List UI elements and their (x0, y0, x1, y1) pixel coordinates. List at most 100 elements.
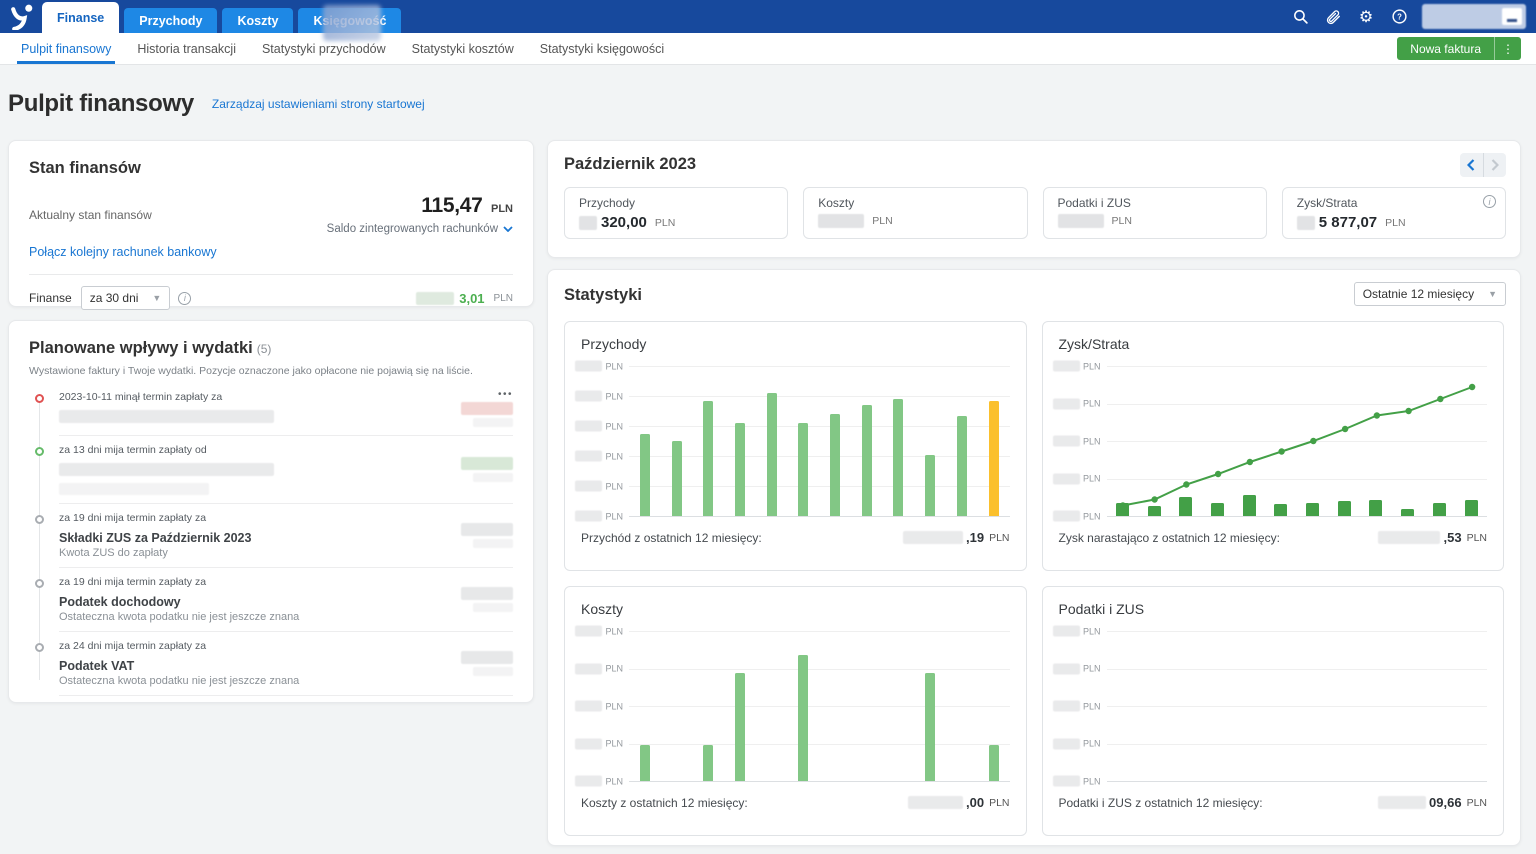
subnav-item-pulpit-finansowy[interactable]: Pulpit finansowy (8, 33, 124, 64)
month-cards: Przychody320,00PLN KosztyPLN Podatki i ZUS… (564, 187, 1506, 239)
chart-title: Koszty (581, 601, 1010, 617)
bar (1433, 503, 1446, 517)
statistics-card: Statystyki Ostatnie 12 miesięcy ▼ Przych… (547, 269, 1521, 846)
planned-list-item[interactable]: 2023-10-11 minął termin zapłaty za ••• (29, 383, 513, 436)
summary-card-koszty[interactable]: KosztyPLN (803, 187, 1027, 239)
chart-footer-label: Koszty z ostatnich 12 miesięcy: (581, 796, 748, 810)
paperclip-icon[interactable] (1323, 7, 1343, 27)
tab-koszty[interactable]: Koszty (222, 8, 293, 33)
user-menu-redacted[interactable] (1422, 4, 1526, 29)
y-tick: PLN (1053, 701, 1101, 712)
planned-item-body: za 19 dni mija termin zapłaty zaPodatek … (59, 576, 443, 623)
bar (1116, 503, 1129, 517)
tick-currency: PLN (605, 451, 623, 461)
due-date-text: za 19 dni mija termin zapłaty za (59, 576, 443, 588)
planned-list: 2023-10-11 minął termin zapłaty za ••• za … (29, 383, 513, 696)
redacted-amount-secondary (473, 418, 513, 427)
new-invoice-button[interactable]: Nowa faktura ⋮ (1397, 37, 1521, 60)
tick-currency: PLN (605, 701, 623, 711)
prev-month-button[interactable] (1460, 153, 1483, 177)
month-nav (1460, 153, 1506, 177)
search-icon[interactable] (1290, 7, 1310, 27)
connect-bank-link[interactable]: Połącz kolejny rachunek bankowy (29, 245, 217, 259)
chart-title: Zysk/Strata (1059, 336, 1488, 352)
new-invoice-menu-icon[interactable]: ⋮ (1494, 37, 1521, 60)
planned-item-body: za 19 dni mija termin zapłaty zaSkładki … (59, 512, 443, 559)
summary-card-value: 5 877,07PLN (1297, 214, 1491, 231)
bar-slot (756, 631, 788, 781)
tick-currency: PLN (605, 391, 623, 401)
chart-title: Przychody (581, 336, 1010, 352)
bar-slot (1360, 366, 1392, 516)
status-ring-gray (35, 515, 44, 524)
next-month-button[interactable] (1484, 153, 1507, 177)
bar (1306, 503, 1319, 517)
chart-bars (1107, 366, 1488, 516)
due-date-text: 2023-10-11 minął termin zapłaty za (59, 391, 443, 403)
tick-currency: PLN (1083, 474, 1101, 484)
current-state-label: Aktualny stan finansów (29, 208, 152, 222)
bar-slot (1455, 366, 1487, 516)
y-tick: PLN (1053, 511, 1101, 522)
y-tick: PLN (575, 361, 623, 372)
subnav-item-historia-transakcji[interactable]: Historia transakcji (124, 33, 249, 64)
gear-icon[interactable]: ⚙ (1356, 7, 1376, 27)
planned-count: (5) (257, 342, 272, 356)
bar (862, 405, 872, 516)
tick-currency: PLN (1083, 701, 1101, 711)
summary-card-zysk-strata[interactable]: iZysk/Strata5 877,07PLN (1282, 187, 1506, 239)
redacted-tick-value (575, 663, 602, 674)
y-tick: PLN (1053, 738, 1101, 749)
summary-card-podatki-i-zus[interactable]: Podatki i ZUSPLN (1043, 187, 1267, 239)
timeline-marker (29, 512, 59, 559)
redacted-name (59, 463, 274, 476)
bar (1369, 500, 1382, 517)
planned-list-item[interactable]: za 19 dni mija termin zapłaty zaSkładki … (29, 504, 513, 568)
tick-currency: PLN (605, 421, 623, 431)
bar-slot (914, 631, 946, 781)
help-icon[interactable]: ? (1389, 7, 1409, 27)
bar (1211, 503, 1224, 517)
month-summary-card: Październik 2023 Przychody320,00PLNKoszt… (547, 140, 1521, 258)
bar-slot (1170, 631, 1202, 781)
chart-plot-area (629, 366, 1010, 516)
planned-item-amount (443, 576, 513, 623)
bar (1148, 506, 1161, 517)
planned-list-item[interactable]: za 13 dni mija termin zapłaty od (29, 436, 513, 504)
status-ring-gray (35, 643, 44, 652)
currency-label: PLN (1112, 215, 1132, 227)
period-select[interactable]: za 30 dni ▼ (81, 286, 171, 310)
integrated-accounts-toggle[interactable]: Saldo zintegrowanych rachunków (327, 223, 513, 235)
bar-slot (1265, 366, 1297, 516)
bar-slot (629, 631, 661, 781)
summary-card-przychody[interactable]: Przychody320,00PLN (564, 187, 788, 239)
tick-currency: PLN (1083, 436, 1101, 446)
tick-currency: PLN (1083, 776, 1101, 786)
stats-period-select[interactable]: Ostatnie 12 miesięcy ▼ (1354, 282, 1506, 306)
tab-finanse[interactable]: Finanse (42, 2, 119, 33)
info-icon[interactable]: i (178, 292, 191, 305)
bar-slot (1328, 366, 1360, 516)
app-logo[interactable] (0, 0, 42, 33)
topbar-actions: ⚙ ? (1290, 4, 1536, 29)
planned-list-item[interactable]: za 24 dni mija termin zapłaty zaPodatek … (29, 632, 513, 696)
redacted-tick-value (575, 511, 602, 522)
item-menu-icon[interactable]: ••• (498, 391, 513, 399)
bar (1338, 501, 1351, 516)
y-tick: PLN (575, 776, 623, 787)
planned-list-item[interactable]: za 19 dni mija termin zapłaty zaPodatek … (29, 568, 513, 632)
bar-slot (978, 631, 1010, 781)
bar (735, 673, 745, 781)
tab-przychody[interactable]: Przychody (124, 8, 217, 33)
chart-footer-label: Przychód z ostatnich 12 miesięcy: (581, 531, 762, 545)
planned-item-amount (443, 444, 513, 495)
bar-slot (629, 366, 661, 516)
bar-slot (1424, 366, 1456, 516)
info-icon[interactable]: i (1483, 195, 1496, 208)
currency-label: PLN (1385, 217, 1405, 229)
startpage-settings-link[interactable]: Zarządzaj ustawieniami strony startowej (212, 97, 425, 111)
y-tick: PLN (575, 511, 623, 522)
subnav-item-statystyki-księgowości[interactable]: Statystyki księgowości (527, 33, 677, 64)
subnav-item-statystyki-kosztów[interactable]: Statystyki kosztów (399, 33, 527, 64)
currency-label: PLN (491, 203, 513, 215)
